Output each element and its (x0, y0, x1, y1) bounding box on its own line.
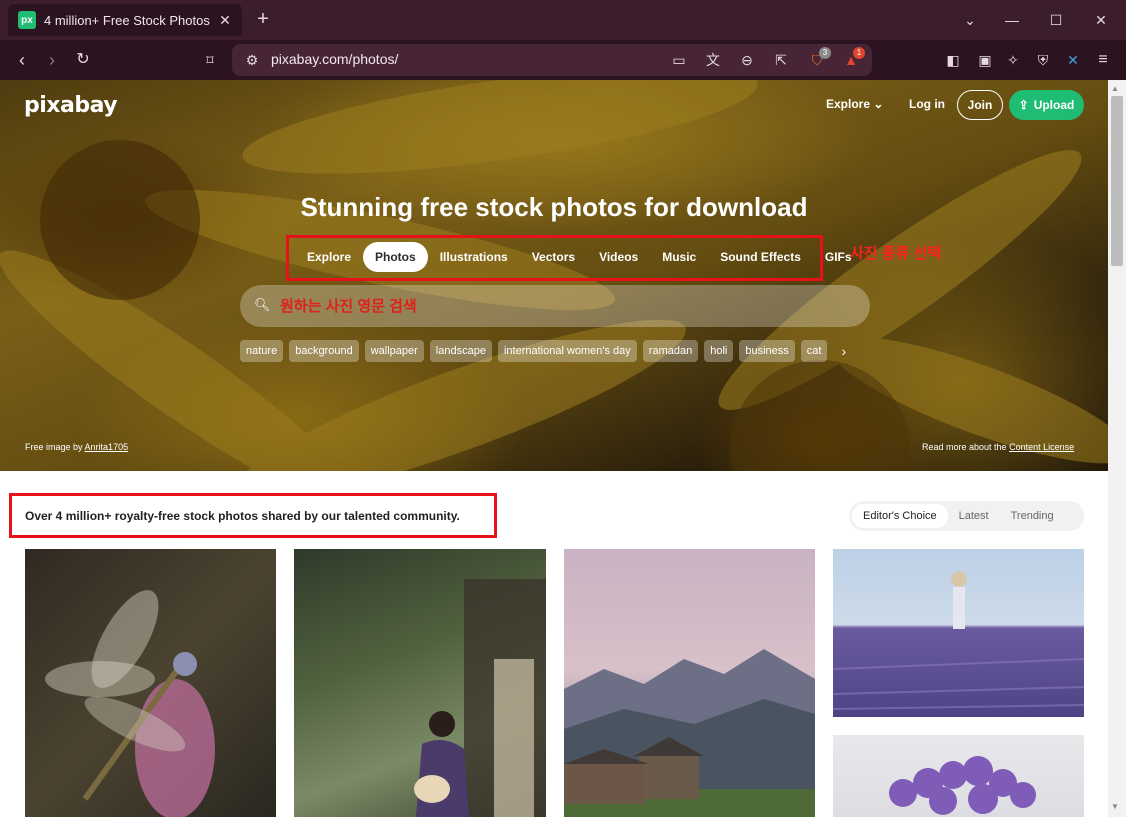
explore-menu[interactable]: Explore ⌄ (826, 97, 883, 111)
chevron-right-icon[interactable]: › (841, 343, 846, 359)
site-info-icon[interactable]: ⚙ (242, 50, 262, 70)
upload-icon: ⇪ (1018, 98, 1029, 112)
tabs-annotation-box (286, 235, 823, 281)
scroll-down-arrow-icon[interactable]: ▼ (1111, 802, 1119, 811)
cast-icon[interactable]: ▭ (669, 50, 689, 70)
explore-label: Explore (826, 97, 871, 111)
minimize-button[interactable]: — (1000, 8, 1024, 32)
chevron-down-icon: ⌄ (873, 97, 884, 111)
shield-count-badge: 3 (819, 47, 831, 59)
scrollbar-thumb[interactable] (1111, 96, 1123, 266)
new-tab-button[interactable]: + (252, 8, 274, 30)
mountain-cabins-image (564, 649, 815, 817)
back-button[interactable]: ‹ (10, 48, 34, 72)
content-license-link[interactable]: Content License (1009, 442, 1074, 452)
sidebar-toggle-icon[interactable]: ◧ (943, 50, 963, 70)
credit-prefix: Free image by (25, 442, 83, 452)
content-heading: Over 4 million+ royalty-free stock photo… (25, 509, 460, 523)
close-tab-icon[interactable]: ✕ (216, 12, 234, 29)
tag-business[interactable]: business (739, 340, 795, 362)
photo-mountain-cabins[interactable] (564, 549, 815, 817)
tab-latest[interactable]: Latest (948, 504, 1000, 528)
tag-background[interactable]: background (289, 340, 359, 362)
license-note: Read more about the Content License (922, 442, 1074, 452)
rewards-badge: 1 (853, 47, 865, 59)
hero-title: Stunning free stock photos for download (300, 192, 808, 222)
sort-tabs: Editor's Choice Latest Trending (849, 501, 1084, 531)
lavender-field-image (833, 571, 1084, 710)
dragonfly-image (45, 590, 215, 817)
tag-nature[interactable]: nature (240, 340, 284, 362)
zoom-icon[interactable]: ⊖ (737, 50, 757, 70)
tag-landscape[interactable]: landscape (429, 340, 492, 362)
close-window-button[interactable]: ✕ (1089, 8, 1113, 32)
extension-icon[interactable]: ✕ (1063, 50, 1083, 70)
upload-button[interactable]: ⇪ Upload (1009, 90, 1084, 120)
search-input[interactable] (280, 291, 840, 321)
tab-list-chevron-icon[interactable]: ⌄ (958, 8, 982, 32)
leo-ai-icon[interactable]: ✧ (1003, 50, 1023, 70)
tab-editors-choice[interactable]: Editor's Choice (852, 504, 948, 528)
forward-button[interactable]: › (40, 48, 64, 72)
woman-image (414, 579, 546, 817)
tabs-annotation-text: 사진 종류 선택 (850, 245, 942, 262)
search-bar[interactable]: 🔍︎ (240, 285, 870, 327)
search-icon: 🔍︎ (254, 297, 271, 312)
purple-flowers-image (889, 756, 1036, 815)
menu-icon[interactable]: ≡ (1093, 50, 1113, 70)
image-credit: Free image by Anrita1705 (25, 442, 128, 452)
join-button[interactable]: Join (957, 90, 1003, 120)
pixabay-favicon-icon: px (18, 11, 36, 29)
scroll-up-arrow-icon[interactable]: ▲ (1111, 84, 1119, 93)
pixabay-logo[interactable]: pixabay (24, 93, 118, 118)
tag-cat[interactable]: cat (800, 340, 828, 362)
photo-woman[interactable] (294, 549, 546, 817)
translate-icon[interactable]: 文 (703, 50, 723, 70)
tag-ramadan[interactable]: ramadan (642, 340, 699, 362)
photo-lavender-field[interactable] (833, 549, 1084, 717)
photo-dragonfly[interactable] (25, 549, 276, 817)
share-icon[interactable]: ⇱ (771, 50, 791, 70)
credit-author-link[interactable]: Anrita1705 (85, 442, 129, 452)
tab-trending[interactable]: Trending (1000, 504, 1065, 528)
vpn-icon[interactable]: ⛨ (1033, 50, 1053, 70)
wallet-icon[interactable]: ▣ (975, 50, 995, 70)
reload-button[interactable]: ↻ (71, 48, 95, 72)
upload-label: Upload (1033, 98, 1075, 112)
photo-purple-flowers[interactable] (833, 735, 1084, 817)
tag-wallpaper[interactable]: wallpaper (364, 340, 424, 362)
suggested-tags: nature background wallpaper landscape in… (240, 340, 846, 362)
tag-holi[interactable]: holi (704, 340, 734, 362)
login-link[interactable]: Log in (909, 97, 945, 111)
maximize-button[interactable]: ☐ (1044, 8, 1068, 32)
url-text[interactable]: pixabay.com/photos/ (271, 51, 398, 67)
browser-tab[interactable]: px 4 million+ Free Stock Photos f ✕ (8, 4, 242, 36)
license-prefix: Read more about the (922, 442, 1007, 452)
tab-title: 4 million+ Free Stock Photos f (44, 12, 210, 28)
bookmark-icon[interactable]: ⌑ (198, 48, 222, 72)
tag-womens-day[interactable]: international women's day (497, 340, 637, 362)
